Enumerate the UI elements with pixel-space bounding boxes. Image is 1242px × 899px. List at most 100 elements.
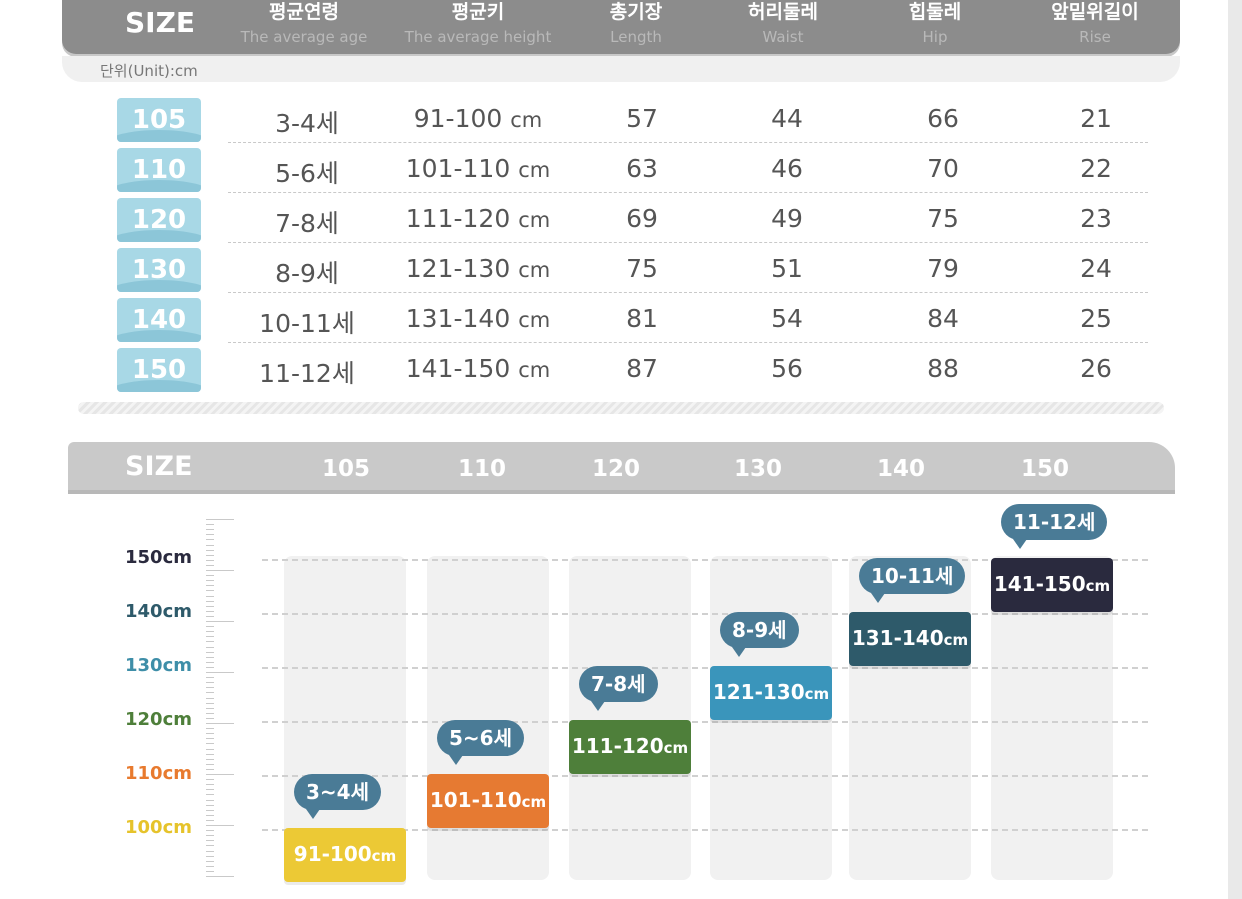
height-range-bar: 91-100cm [284, 828, 406, 882]
ruler-tick [206, 687, 214, 689]
cell-age: 5-6세 [275, 159, 339, 188]
row-divider [228, 192, 1148, 193]
height-unit: cm [518, 308, 551, 332]
cell-age: 10-11세 [259, 309, 355, 338]
cell-hip: 75 [927, 204, 959, 233]
unit-note: 단위(Unit):cm [100, 62, 198, 80]
height-value: 141-150 [405, 354, 519, 383]
ruler-tick [206, 794, 214, 796]
y-axis-label: 110cm [125, 763, 192, 784]
y-axis-label: 150cm [125, 547, 192, 568]
ruler-tick [206, 534, 214, 536]
ruler-tick [206, 774, 234, 775]
ruler-tick [206, 738, 214, 740]
bar-label: 131-140 [851, 626, 944, 650]
column-header-en: The average height [404, 28, 552, 46]
column-header: 힙둘레 Hip [845, 0, 1025, 54]
height-range-bar: 101-110cm [427, 774, 549, 828]
cell-height: 141-150 cm [388, 354, 568, 383]
ruler-tick [206, 850, 214, 852]
ruler-tick [206, 615, 214, 617]
table-row: 150 11-12세 87 56 88 26 141-150 cm [0, 346, 1242, 396]
bar-unit: cm [371, 847, 397, 865]
ruler-tick [206, 799, 214, 801]
size-badge: 130 [117, 248, 201, 292]
height-range-bar: 141-150cm [991, 558, 1113, 612]
size-badge-label: 130 [131, 255, 187, 285]
chart-header: SIZE 105 110 120 130 140 150 [68, 442, 1175, 494]
ruler-tick [206, 784, 214, 786]
gridline [262, 667, 1148, 669]
ruler-tick [206, 870, 214, 872]
ruler-tick [206, 723, 234, 724]
ruler-tick [206, 789, 214, 791]
ruler-tick [206, 554, 214, 556]
ruler-tick [206, 728, 214, 730]
table-row: 120 7-8세 69 49 75 23 111-120 cm [0, 196, 1242, 246]
ruler-tick [206, 876, 234, 877]
height-range-bar: 111-120cm [569, 720, 691, 774]
ruler-tick [206, 779, 214, 781]
ruler-tick [206, 845, 214, 847]
height-value: 111-120 [405, 204, 519, 233]
ruler-tick [206, 809, 214, 811]
size-badge-label: 120 [131, 205, 187, 235]
cell-rise: 26 [1080, 354, 1112, 383]
ruler-tick [206, 682, 214, 684]
column-background [427, 556, 549, 880]
chart-header-size: 150 [1020, 456, 1069, 482]
y-axis-label: 120cm [125, 709, 192, 730]
cell-length: 81 [626, 304, 658, 333]
ruler-tick [206, 677, 214, 679]
ruler-tick [206, 549, 214, 551]
ruler-tick [206, 585, 214, 587]
bar-unit: cm [1085, 577, 1111, 595]
ruler-tick [206, 855, 214, 857]
column-background [849, 556, 971, 880]
ruler-tick [206, 804, 214, 806]
ruler-tick [206, 672, 234, 673]
bar-label: 101-110 [429, 788, 522, 812]
size-badge-label: 140 [131, 305, 187, 335]
cell-height: 91-100 cm [388, 104, 568, 133]
cell-length: 57 [626, 104, 658, 133]
cell-waist: 56 [771, 354, 803, 383]
ruler-tick [206, 733, 214, 735]
ruler-tick [206, 702, 214, 704]
column-header-ko: 평균연령 [269, 1, 339, 23]
height-range-bar: 131-140cm [849, 612, 971, 666]
ruler-tick [206, 748, 214, 750]
chart-size-title: SIZE [125, 451, 193, 482]
cell-waist: 46 [771, 154, 803, 183]
ruler-tick [206, 712, 214, 714]
ruler-tick [206, 692, 214, 694]
y-axis-label: 100cm [125, 817, 192, 838]
cell-age: 3-4세 [275, 109, 339, 138]
ruler-tick [206, 753, 214, 755]
ruler-tick [206, 636, 214, 638]
ruler-tick [206, 661, 214, 663]
gridline [262, 613, 1148, 615]
column-header-en: Rise [1079, 28, 1111, 46]
cell-height: 121-130 cm [388, 254, 568, 283]
chart-header-size: 130 [733, 456, 782, 482]
ruler-tick [206, 840, 214, 842]
ruler-tick [206, 605, 214, 607]
ruler-tick [206, 814, 214, 816]
row-divider [228, 242, 1148, 243]
cell-height: 111-120 cm [388, 204, 568, 233]
age-bubble: 5~6세 [437, 720, 524, 765]
ruler-tick [206, 539, 214, 541]
column-header-en: Hip [922, 28, 948, 46]
column-header: 평균연령 The average age [214, 0, 394, 54]
height-unit: cm [510, 108, 543, 132]
ruler-tick [206, 564, 214, 566]
ruler-tick [206, 519, 234, 520]
chart-header-size: 110 [457, 456, 506, 482]
cell-waist: 54 [771, 304, 803, 333]
ruler-tick [206, 559, 214, 561]
size-column-title: SIZE [125, 6, 196, 39]
ruler-tick [206, 707, 214, 709]
ruler-tick [206, 656, 214, 658]
size-badge-label: 105 [131, 105, 187, 135]
